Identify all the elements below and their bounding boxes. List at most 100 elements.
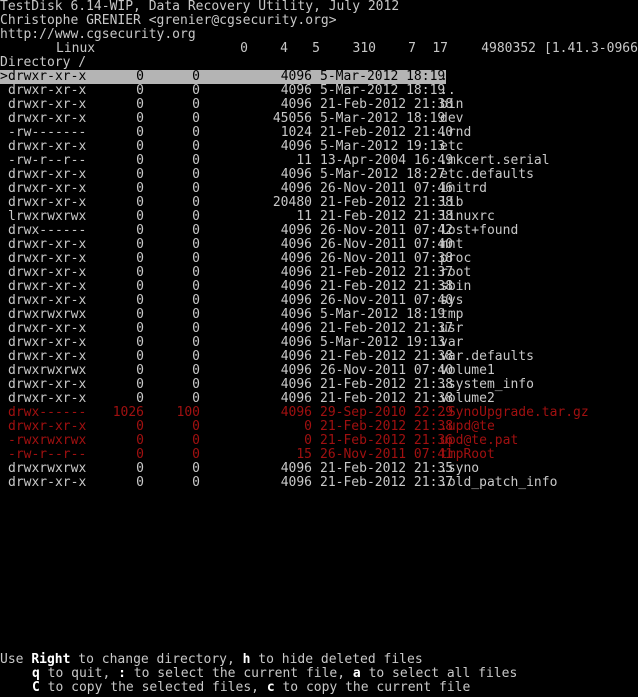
file-date: 21-Feb-2012 21:40 [320,125,454,140]
file-gid: 0 [192,377,200,392]
file-name: mnt [440,237,464,252]
file-row[interactable]: drwxr-xr-x 0 0 4096 21-Feb-2012 21:38 .system… [0,378,638,392]
file-row[interactable]: drwxr-xr-x 0 0 0 21-Feb-2012 21:38 .upd@te [0,420,638,434]
help-text: to select all files [360,666,518,681]
file-gid: 0 [192,475,200,490]
file-gid: 0 [192,251,200,266]
file-row[interactable]: drwxr-xr-x 0 0 4096 26-Nov-2011 07:40 sys [0,294,638,308]
file-date: 21-Feb-2012 21:38 [320,209,454,224]
file-permissions: drwxr-xr-x [8,83,87,98]
file-row[interactable]: drwx------ 0 0 4096 26-Nov-2011 07:42 lost+fo… [0,224,638,238]
file-row[interactable]: lrwxrwxrwx 0 0 11 21-Feb-2012 21:38 linuxrc [0,210,638,224]
key-q[interactable]: q [32,666,40,681]
disk-field-5: 7 [408,41,416,56]
file-size: 4096 [280,377,312,392]
file-permissions: drwxr-xr-x [8,391,87,406]
app-url: http://www.cgsecurity.org [0,27,196,42]
help-line-3: C to copy the selected files, c to copy … [0,681,638,695]
key-a[interactable]: a [353,666,361,681]
file-row[interactable]: drwx------ 1026 100 4096 29-Sep-2010 22:29 .S… [0,406,638,420]
file-permissions: drwxr-xr-x [8,293,87,308]
file-date: 5-Mar-2012 18:27 [320,167,446,182]
file-row[interactable]: -rw-r--r-- 0 0 11 13-Apr-2004 16:49 .mkcert.s… [0,154,638,168]
file-gid: 0 [192,279,200,294]
file-size: 4096 [280,139,312,154]
file-row[interactable]: drwxr-xr-x 0 0 20480 21-Feb-2012 21:38 lib [0,196,638,210]
file-row[interactable]: drwxr-xr-x 0 0 4096 5-Mar-2012 18:19.. [0,84,638,98]
file-uid: 0 [136,167,144,182]
file-uid: 0 [136,125,144,140]
file-date: 5-Mar-2012 18:19 [320,83,446,98]
file-row[interactable]: drwxr-xr-x 0 0 4096 26-Nov-2011 07:38 proc [0,252,638,266]
file-uid: 0 [136,209,144,224]
file-row[interactable]: -rw-r--r-- 0 0 15 26-Nov-2011 07:41 tmpRoot [0,448,638,462]
file-name: var.defaults [440,349,534,364]
file-date: 26-Nov-2011 07:40 [320,363,454,378]
file-row[interactable]: drwxrwxrwx 0 0 4096 5-Mar-2012 18:19 tmp [0,308,638,322]
file-gid: 0 [192,167,200,182]
file-row[interactable]: drwxrwxrwx 0 0 4096 26-Nov-2011 07:40 volume1 [0,364,638,378]
file-size: 4096 [280,405,312,420]
file-row[interactable]: drwxr-xr-x 0 0 4096 5-Mar-2012 19:13 etc [0,140,638,154]
disk-sector-count: 4980352 [481,41,536,56]
file-date: 5-Mar-2012 18:19 [320,69,446,84]
file-row[interactable]: drwxrwxrwx 0 0 4096 21-Feb-2012 21:35 .syno [0,462,638,476]
file-gid: 0 [192,419,200,434]
file-uid: 0 [136,181,144,196]
file-row[interactable]: drwxr-xr-x 0 0 4096 21-Feb-2012 21:37 root [0,266,638,280]
file-permissions: drwxr-xr-x [8,335,87,350]
file-name: usr [440,321,464,336]
file-row[interactable]: drwxr-xr-x 0 0 4096 5-Mar-2012 19:13 var [0,336,638,350]
file-size: 45056 [272,111,312,126]
file-row[interactable]: drwxr-xr-x 0 0 4096 26-Nov-2011 07:40 mnt [0,238,638,252]
file-name: dev [440,111,464,126]
file-permissions: drwxr-xr-x [8,279,87,294]
file-row[interactable]: drwxr-xr-x 0 0 4096 5-Mar-2012 18:27 etc.defa… [0,168,638,182]
file-row[interactable]: drwxr-xr-x 0 0 4096 21-Feb-2012 21:37 .old_pa… [0,476,638,490]
file-uid: 0 [136,307,144,322]
file-gid: 0 [192,237,200,252]
file-list[interactable]: > drwxr-xr-x 0 0 4096 5-Mar-2012 18:19. drwxr-… [0,70,638,490]
file-row[interactable]: drwxr-xr-x 0 0 4096 21-Feb-2012 21:37 usr [0,322,638,336]
file-size: 4096 [280,223,312,238]
file-permissions: drwxr-xr-x [8,69,87,84]
file-gid: 0 [192,69,200,84]
file-date: 21-Feb-2012 21:37 [320,475,454,490]
file-permissions: drwxr-xr-x [8,377,87,392]
file-uid: 0 [136,461,144,476]
file-size: 4096 [280,349,312,364]
file-row[interactable]: drwxr-xr-x 0 0 4096 26-Nov-2011 07:46 initrd [0,182,638,196]
file-date: 21-Feb-2012 21:38 [320,97,454,112]
key-uppercase-c[interactable]: C [32,680,40,695]
file-row[interactable]: -rw------- 0 0 1024 21-Feb-2012 21:40 .rnd [0,126,638,140]
file-name: etc [440,139,464,154]
file-row[interactable]: drwxr-xr-x 0 0 4096 21-Feb-2012 21:38 bin [0,98,638,112]
file-gid: 0 [192,125,200,140]
file-row[interactable]: > drwxr-xr-x 0 0 4096 5-Mar-2012 18:19. [0,69,448,84]
file-gid: 0 [192,321,200,336]
file-size: 4096 [280,293,312,308]
file-size: 0 [304,433,312,448]
file-row[interactable]: -rwxrwxrwx 0 0 0 21-Feb-2012 21:36 upd@te.pat [0,434,638,448]
file-row[interactable]: drwxr-xr-x 0 0 4096 21-Feb-2012 21:38 sbin [0,280,638,294]
file-uid: 0 [136,195,144,210]
file-permissions: drwx------ [8,223,87,238]
help-text: to select the current file, [125,666,353,681]
file-permissions: drwxr-xr-x [8,97,87,112]
file-uid: 0 [136,363,144,378]
file-date: 21-Feb-2012 21:38 [320,279,454,294]
key-lowercase-c[interactable]: c [267,680,275,695]
file-row[interactable]: drwxr-xr-x 0 0 4096 21-Feb-2012 21:38 volume2 [0,392,638,406]
file-permissions: drwxrwxrwx [8,363,87,378]
file-gid: 0 [192,265,200,280]
help-text: Use [0,652,32,667]
disk-fs-version: [1.41.3-0966] [544,41,638,56]
key-colon[interactable]: : [118,666,126,681]
file-uid: 0 [136,377,144,392]
file-row[interactable]: drwxr-xr-x 0 0 45056 5-Mar-2012 18:19 dev [0,112,638,126]
file-row[interactable]: drwxr-xr-x 0 0 4096 21-Feb-2012 21:38 var.def… [0,350,638,364]
file-gid: 0 [192,181,200,196]
help-footer: Use Right to change directory, h to hide… [0,653,638,695]
key-right[interactable]: Right [31,652,70,667]
file-name: root [440,265,472,280]
